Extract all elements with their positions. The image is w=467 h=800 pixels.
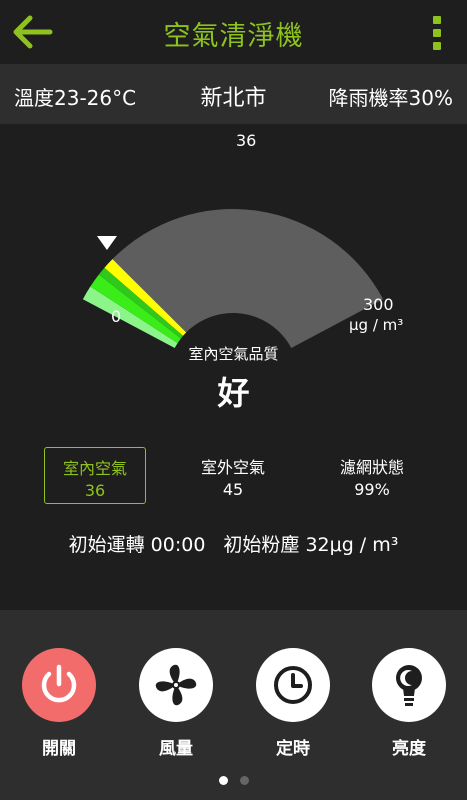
fan-icon <box>155 664 197 706</box>
outdoor-air-label: 室外空氣 <box>200 458 265 477</box>
fan-speed-label: 風量 <box>159 739 193 759</box>
gauge-pointer-icon <box>96 235 117 250</box>
filter-status-label: 濾網狀態 <box>339 458 404 477</box>
page-title: 空氣清淨機 <box>163 21 304 52</box>
power-label: 開關 <box>42 739 76 759</box>
rain-probability: 降雨機率30% <box>328 86 453 110</box>
brightness-label: 亮度 <box>392 739 426 759</box>
outdoor-air-value: 45 <box>222 480 244 499</box>
filter-status-tab[interactable]: 濾網狀態 99% <box>321 447 423 504</box>
initial-dust-level: 初始粉塵 32μg / m³ <box>223 534 399 556</box>
control-panel: 開關 風量 定時 亮度 <box>0 610 467 800</box>
gauge-unit-label: μg / m³ <box>349 316 404 334</box>
initial-run-time: 初始運轉 00:00 <box>68 534 206 556</box>
page-dot[interactable] <box>239 776 249 785</box>
air-quality-status: 好 <box>217 374 250 412</box>
indoor-air-tab[interactable]: 室內空氣 36 <box>44 447 146 504</box>
air-quality-gauge: 36 0 300 μg / m³ <box>0 124 467 354</box>
fan-speed-button[interactable]: 風量 <box>136 648 216 759</box>
clock-icon <box>274 666 312 704</box>
timer-label: 定時 <box>276 739 310 759</box>
gauge-max-label: 300 <box>363 295 394 314</box>
filter-status-value: 99% <box>354 480 390 499</box>
gauge-current-value: 36 <box>236 131 257 150</box>
indoor-air-value: 36 <box>84 481 106 500</box>
power-icon <box>41 664 77 703</box>
power-button[interactable]: 開關 <box>19 648 99 759</box>
app-header: 空氣清淨機 <box>0 0 467 64</box>
indoor-air-label: 室內空氣 <box>62 459 127 478</box>
timer-button[interactable]: 定時 <box>253 648 333 759</box>
more-menu-button[interactable] <box>425 14 449 52</box>
air-quality-label: 室內空氣品質 <box>188 345 279 363</box>
brightness-button[interactable]: 亮度 <box>369 648 449 759</box>
page-dot-active[interactable] <box>218 776 228 785</box>
lightbulb-icon <box>396 665 422 706</box>
gauge-min-label: 0 <box>111 307 122 326</box>
outdoor-air-tab[interactable]: 室外空氣 45 <box>182 447 284 504</box>
weather-info-bar: 溫度23-26°C 新北市 降雨機率30% <box>0 64 467 124</box>
device-details: 初始運轉 00:00 初始粉塵 32μg / m³ <box>0 530 467 557</box>
page-indicator <box>0 770 467 789</box>
